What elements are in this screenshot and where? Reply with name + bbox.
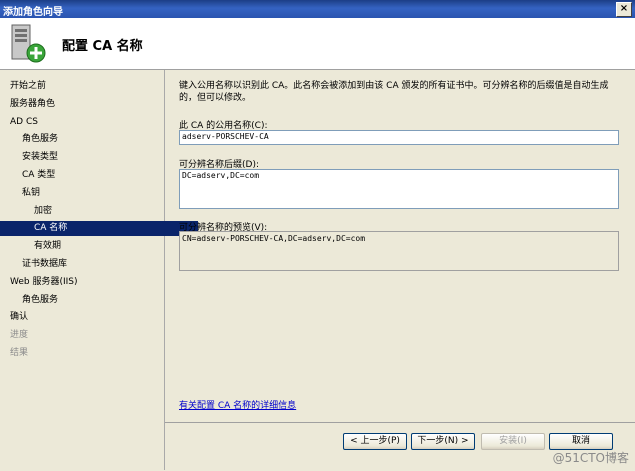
watermark: @51CTO博客 [552,451,629,465]
page-title: 配置 CA 名称 [62,39,143,54]
main-panel: 键入公用名称以识别此 CA。此名称会被添加到由该 CA 颁发的所有证书中。可分辨… [165,70,635,470]
nav-item[interactable]: 确认 [10,310,28,325]
nav-item[interactable]: Web 服务器(IIS) [10,275,78,290]
preview-box: CN=adserv-PORSCHEV-CA,DC=adserv,DC=com [179,231,619,271]
nav-item: 进度 [10,330,29,341]
nav-item[interactable]: AD CS [10,115,38,130]
title-bar: 添加角色向导 × [0,0,635,18]
close-button[interactable]: × [616,2,632,17]
nav-item[interactable]: 角色服务 [22,293,58,308]
common-name-input[interactable]: adserv-PORSCHEV-CA [179,130,619,145]
wizard-header: 配置 CA 名称 [0,18,635,70]
nav-item: 结果 [10,348,29,358]
nav-item[interactable]: 角色服务 [22,132,58,147]
nav-item[interactable]: 证书数据库 [22,257,67,272]
back-button[interactable]: < 上一步(P) [343,433,407,450]
nav-item[interactable]: 有效期 [34,239,61,254]
wizard-nav: 开始之前 服务器角色 AD CS 角色服务 安装类型 CA 类型 私钥 加密 CA 名称 有效期证… [0,70,198,470]
description-text: 键入公用名称以识别此 CA。此名称会被添加到由该 CA 颁发的所有证书中。可分辨… [179,81,609,103]
nav-item[interactable]: 加密 [34,204,52,219]
window-title: 添加角色向导 [3,7,63,18]
cancel-button[interactable]: 取消 [549,433,613,450]
nav-item[interactable]: 安装类型 [22,150,58,165]
suffix-input[interactable]: DC=adserv,DC=com [179,169,619,209]
nav-item[interactable]: CA 类型 [22,168,55,183]
server-add-icon [11,24,46,63]
nav-item[interactable]: 服务器角色 [10,97,55,112]
more-info-link[interactable]: 有关配置 CA 名称的详细信息 [179,398,296,411]
nav-item[interactable]: 私钥 [22,186,40,201]
install-button[interactable]: 安装(I) [481,433,545,450]
next-button[interactable]: 下一步(N) > [411,433,475,450]
nav-item[interactable]: 开始之前 [10,79,46,94]
